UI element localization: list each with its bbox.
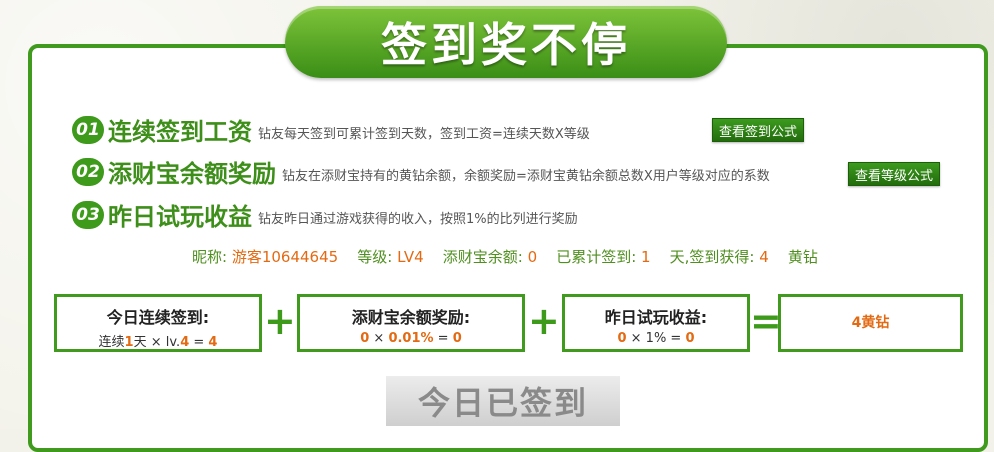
- rule-1-desc: 钻友每天签到可累计签到天数，签到工资=连续天数X等级: [258, 127, 590, 142]
- rule-3-desc: 钻友昨日通过游戏获得的收入，按照1%的比列进行奖励: [258, 212, 578, 227]
- calc-box-trial-income-formula: 0 × 1% = 0: [565, 331, 747, 346]
- gain-unit: 黄钻: [787, 248, 818, 266]
- calc-box-total: 4黄钻: [778, 294, 963, 352]
- gain-label: 天,签到获得:: [669, 248, 755, 266]
- calc-box-sign-streak: 今日连续签到: 连续1天 × lv.4 = 4: [54, 294, 262, 352]
- calc-box-sign-streak-formula: 连续1天 × lv.4 = 4: [57, 331, 259, 350]
- formula-income: 0: [617, 331, 627, 346]
- rule-1-number-badge: 01: [72, 115, 104, 144]
- formula-text: =: [433, 331, 453, 346]
- calc-box-trial-income: 昨日试玩收益: 0 × 1% = 0: [562, 294, 750, 352]
- balance-value: 0: [527, 248, 538, 266]
- formula-text: ×: [369, 331, 389, 346]
- rule-2-number-badge: 02: [72, 157, 104, 186]
- equals-icon: =: [750, 299, 782, 343]
- balance-label: 添财宝余额:: [442, 248, 523, 266]
- gain-value: 4: [759, 248, 769, 266]
- rule-2-desc: 钻友在添财宝持有的黄钻余额，余额奖励=添财宝黄钻余额总数X用户等级对应的系数: [282, 169, 770, 184]
- rule-3: 03 昨日试玩收益 钻友昨日通过游戏获得的收入，按照1%的比列进行奖励: [72, 197, 578, 232]
- calc-box-balance-reward: 添财宝余额奖励: 0 × 0.01% = 0: [297, 294, 525, 352]
- page-title: 签到奖不停: [381, 18, 631, 72]
- user-status-line: 昵称: 游客10644645 等级: LV4 添财宝余额: 0 已累计签到: 1…: [192, 246, 818, 267]
- nick-label: 昵称:: [192, 248, 228, 266]
- view-level-formula-button[interactable]: 查看等级公式: [848, 162, 941, 186]
- rule-3-number-badge: 03: [72, 200, 104, 229]
- formula-coefficient: 0.01%: [388, 331, 434, 346]
- formula-text: 连续: [98, 335, 125, 350]
- signed-today-button[interactable]: 今日已签到: [386, 376, 620, 426]
- formula-text: × 1% =: [626, 331, 686, 346]
- rule-1: 01 连续签到工资 钻友每天签到可累计签到天数，签到工资=连续天数X等级: [72, 112, 590, 147]
- calc-box-trial-income-title: 昨日试玩收益:: [604, 308, 708, 327]
- plus-icon: +: [264, 299, 296, 343]
- calc-box-balance-reward-title: 添财宝余额奖励:: [351, 308, 471, 327]
- plus-icon: +: [528, 299, 560, 343]
- formula-text: =: [189, 335, 209, 350]
- level-label: 等级:: [357, 248, 393, 266]
- view-sign-formula-button[interactable]: 查看签到公式: [712, 118, 805, 142]
- nickname: 游客10644645: [231, 248, 339, 266]
- rule-2-title: 添财宝余额奖励: [108, 160, 276, 188]
- formula-days: 1: [124, 335, 134, 350]
- title-banner: 签到奖不停: [285, 6, 727, 78]
- formula-level: 4: [180, 335, 190, 350]
- rule-3-title: 昨日试玩收益: [108, 203, 252, 231]
- days-value: 1: [641, 248, 651, 266]
- total-reward: 4黄钻: [851, 315, 890, 331]
- formula-result: 0: [452, 331, 462, 346]
- days-label: 已累计签到:: [556, 248, 637, 266]
- calc-box-balance-reward-formula: 0 × 0.01% = 0: [300, 331, 522, 346]
- formula-result: 4: [208, 335, 218, 350]
- formula-text: 天 × lv.: [133, 335, 181, 350]
- formula-balance: 0: [360, 331, 370, 346]
- rule-1-title: 连续签到工资: [108, 118, 252, 146]
- formula-result: 0: [685, 331, 695, 346]
- rule-2: 02 添财宝余额奖励 钻友在添财宝持有的黄钻余额，余额奖励=添财宝黄钻余额总数X…: [72, 154, 770, 189]
- calc-box-sign-streak-title: 今日连续签到:: [106, 308, 210, 327]
- level-value: LV4: [397, 248, 424, 266]
